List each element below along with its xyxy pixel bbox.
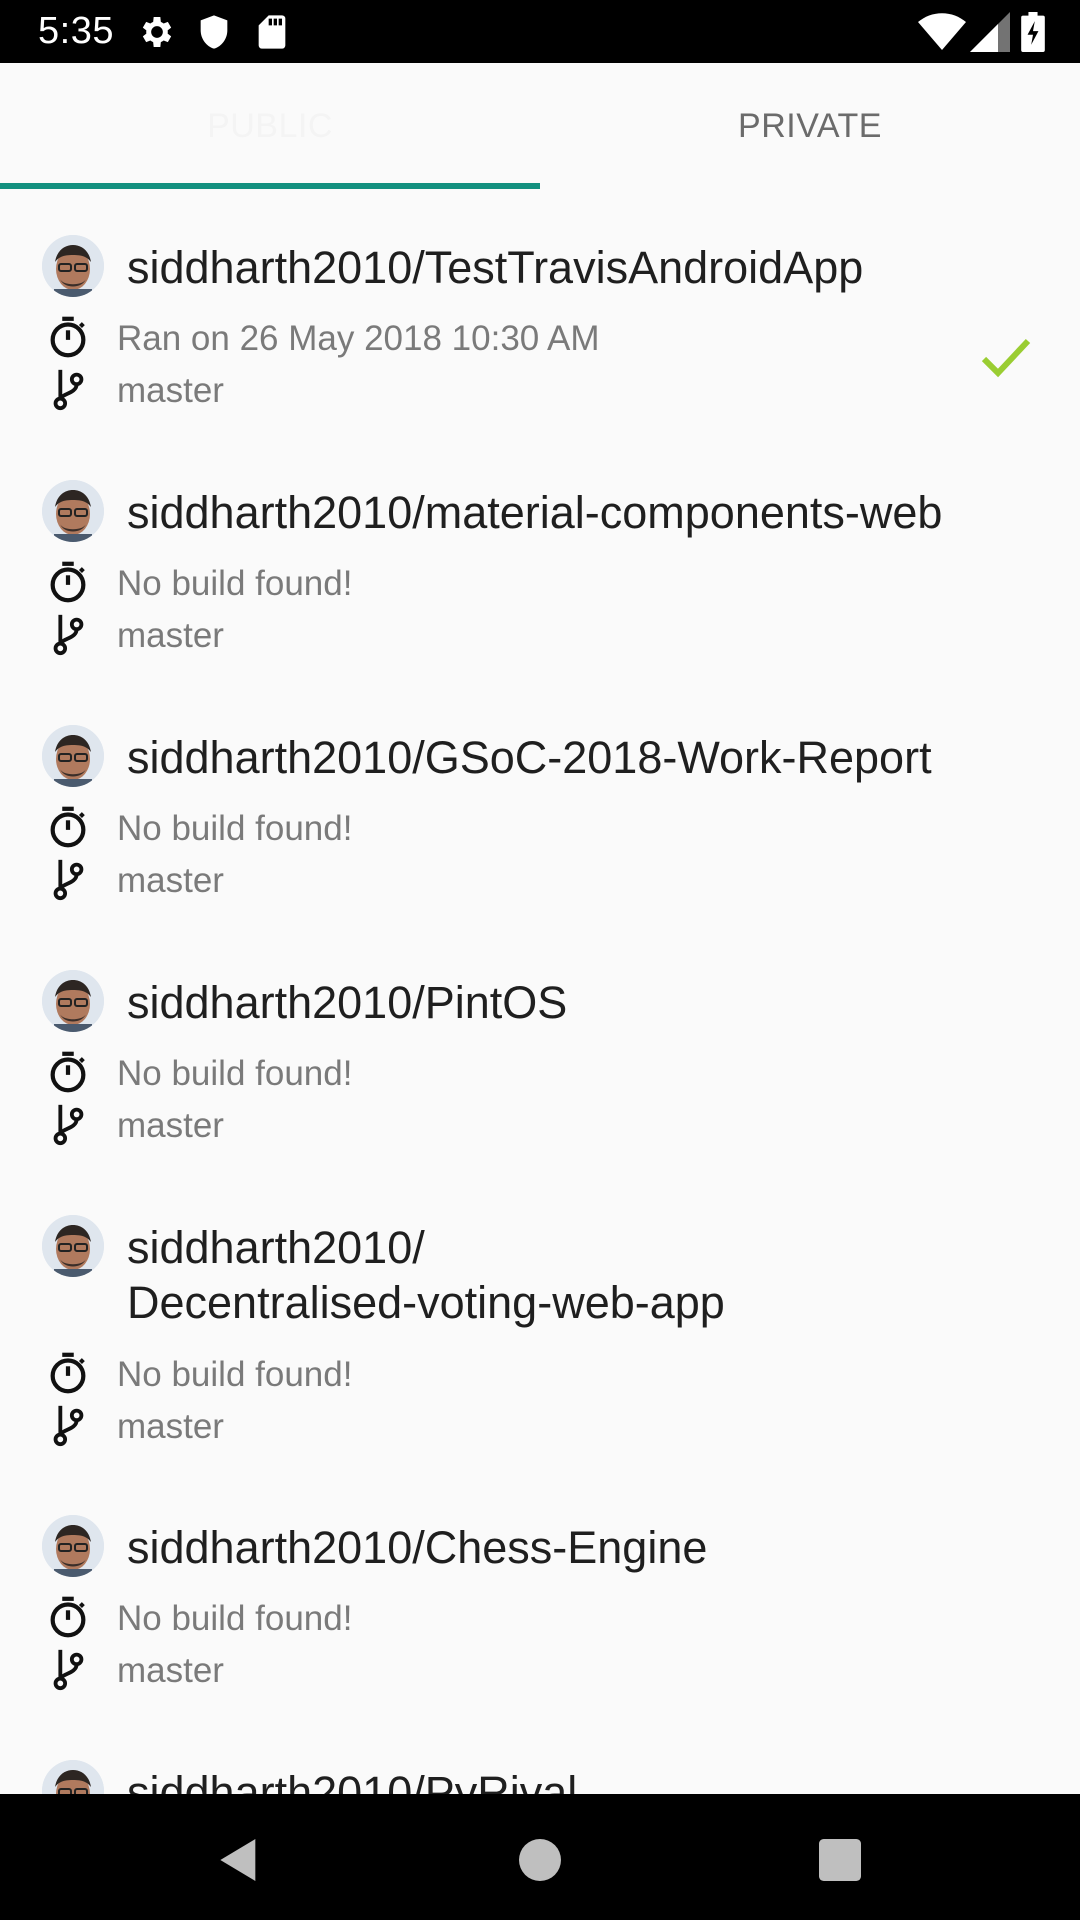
branch-text: master <box>117 1651 224 1690</box>
repo-name[interactable]: siddharth2010/material-components-web <box>127 485 1040 540</box>
avatar <box>42 970 104 1032</box>
build-status-text: No build found! <box>117 564 353 603</box>
shield-icon <box>200 15 228 49</box>
back-icon[interactable] <box>211 1832 267 1888</box>
build-passed-check-icon <box>981 338 1031 378</box>
recents-icon[interactable] <box>812 1832 868 1888</box>
avatar <box>42 1515 104 1577</box>
stopwatch-icon <box>50 1352 86 1394</box>
repo-item[interactable]: siddharth2010/PyRival <box>0 1715 1080 1794</box>
avatar <box>42 235 104 297</box>
wifi-icon <box>918 13 966 50</box>
home-icon[interactable] <box>512 1832 568 1888</box>
repo-item[interactable]: siddharth2010/PintOS No build found! mas… <box>0 925 1080 1170</box>
tab-private[interactable]: PRIVATE <box>540 63 1080 190</box>
repo-item[interactable]: siddharth2010/material-components-web No… <box>0 435 1080 680</box>
branch-icon <box>53 1649 84 1691</box>
branch-text: master <box>117 616 224 655</box>
repo-name[interactable]: siddharth2010/Chess-Engine <box>127 1520 1040 1575</box>
branch-icon <box>53 614 84 656</box>
build-status-text: No build found! <box>117 1355 353 1394</box>
build-status-text: No build found! <box>117 1054 353 1093</box>
build-status-text: No build found! <box>117 1599 353 1638</box>
stopwatch-icon <box>50 316 86 358</box>
tab-indicator <box>0 183 540 189</box>
status-bar: 5:35 <box>0 0 1080 63</box>
sd-card-icon <box>258 15 286 49</box>
avatar <box>42 480 104 542</box>
repo-name[interactable]: siddharth2010/TestTravisAndroidApp <box>127 240 1040 295</box>
branch-text: master <box>117 1106 224 1145</box>
build-status-text: Ran on 26 May 2018 10:30 AM <box>117 319 600 358</box>
repo-item[interactable]: siddharth2010/Chess-Engine No build foun… <box>0 1470 1080 1715</box>
stopwatch-icon <box>50 1596 86 1638</box>
stopwatch-icon <box>50 1051 86 1093</box>
repo-name[interactable]: siddharth2010/PintOS <box>127 975 1040 1030</box>
branch-icon <box>53 859 84 901</box>
repo-name[interactable]: siddharth2010/ Decentralised-voting-web-… <box>127 1220 1040 1330</box>
avatar <box>42 725 104 787</box>
nav-bar <box>0 1794 1080 1920</box>
avatar <box>42 1215 104 1277</box>
signal-icon <box>970 12 1010 52</box>
repo-name[interactable]: siddharth2010/PyRival <box>127 1765 1040 1794</box>
build-status-text: No build found! <box>117 809 353 848</box>
repo-name[interactable]: siddharth2010/GSoC-2018-Work-Report <box>127 730 1040 785</box>
battery-icon <box>1021 12 1045 52</box>
repo-item[interactable]: siddharth2010/TestTravisAndroidApp Ran o… <box>0 190 1080 435</box>
branch-text: master <box>117 861 224 900</box>
stopwatch-icon <box>50 806 86 848</box>
repo-item[interactable]: siddharth2010/ Decentralised-voting-web-… <box>0 1170 1080 1470</box>
avatar <box>42 1760 104 1794</box>
tab-bar: PUBLIC PRIVATE <box>0 63 1080 190</box>
branch-text: master <box>117 371 224 410</box>
status-time: 5:35 <box>38 10 114 52</box>
branch-icon <box>53 1405 84 1447</box>
tab-public[interactable]: PUBLIC <box>0 63 540 190</box>
repo-item[interactable]: siddharth2010/GSoC-2018-Work-Report No b… <box>0 680 1080 925</box>
branch-icon <box>53 369 84 411</box>
settings-icon <box>142 17 172 47</box>
repo-list[interactable]: siddharth2010/TestTravisAndroidApp Ran o… <box>0 190 1080 1794</box>
branch-icon <box>53 1104 84 1146</box>
branch-text: master <box>117 1407 224 1446</box>
stopwatch-icon <box>50 561 86 603</box>
